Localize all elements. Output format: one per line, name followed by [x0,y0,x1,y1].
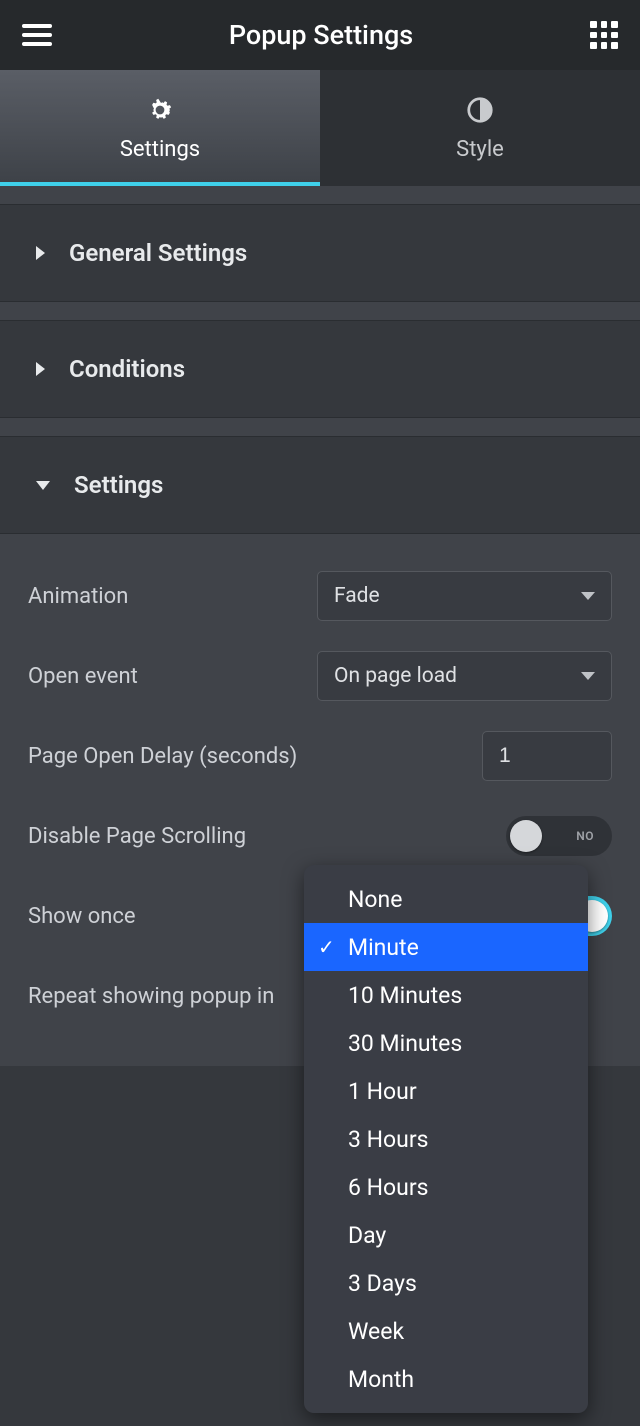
dropdown-item[interactable]: 10 Minutes [304,971,588,1019]
select-value: Fade [334,584,380,608]
hamburger-menu-icon[interactable] [22,24,52,46]
top-bar: Popup Settings [0,0,640,70]
dropdown-item[interactable]: None [304,875,588,923]
dropdown-item[interactable]: 1 Hour [304,1067,588,1115]
dropdown-item[interactable]: Month [304,1355,588,1403]
page-title: Popup Settings [229,19,413,51]
section-title: Settings [74,471,163,499]
dropdown-item[interactable]: Week [304,1307,588,1355]
dropdown-item[interactable]: Minute [304,923,588,971]
contrast-icon [465,95,495,125]
toggle-label: NO [576,829,594,843]
section-general-settings[interactable]: General Settings [0,204,640,302]
toggle-knob [510,820,542,852]
field-label: Repeat showing popup in [28,984,274,1009]
tabs: Settings Style [0,70,640,186]
open-event-select[interactable]: On page load [317,651,612,701]
apps-grid-icon[interactable] [590,21,618,49]
chevron-down-icon [581,592,595,600]
dropdown-item[interactable]: Day [304,1211,588,1259]
field-label: Animation [28,584,128,609]
tab-style-label: Style [456,137,504,162]
chevron-right-icon [36,246,45,260]
disable-scrolling-toggle[interactable]: NO [506,816,612,856]
field-label: Open event [28,664,138,689]
tab-style[interactable]: Style [320,70,640,186]
section-title: General Settings [69,239,247,267]
field-label: Show once [28,904,136,929]
field-page-open-delay: Page Open Delay (seconds) [28,716,612,796]
dropdown-item[interactable]: 3 Hours [304,1115,588,1163]
tab-settings[interactable]: Settings [0,70,320,186]
field-disable-scrolling: Disable Page Scrolling NO [28,796,612,876]
chevron-down-icon [36,481,50,490]
page-open-delay-input[interactable] [482,731,612,781]
section-settings[interactable]: Settings [0,436,640,534]
chevron-right-icon [36,362,45,376]
repeat-dropdown[interactable]: NoneMinute10 Minutes30 Minutes1 Hour3 Ho… [304,865,588,1413]
animation-select[interactable]: Fade [317,571,612,621]
gear-icon [145,95,175,125]
dropdown-item[interactable]: 6 Hours [304,1163,588,1211]
select-value: On page load [334,664,457,688]
dropdown-item[interactable]: 30 Minutes [304,1019,588,1067]
field-label: Disable Page Scrolling [28,824,246,849]
field-animation: Animation Fade [28,556,612,636]
field-label: Page Open Delay (seconds) [28,744,297,769]
tab-settings-label: Settings [120,137,200,162]
section-conditions[interactable]: Conditions [0,320,640,418]
dropdown-item[interactable]: 3 Days [304,1259,588,1307]
field-open-event: Open event On page load [28,636,612,716]
section-title: Conditions [69,355,185,383]
chevron-down-icon [581,672,595,680]
